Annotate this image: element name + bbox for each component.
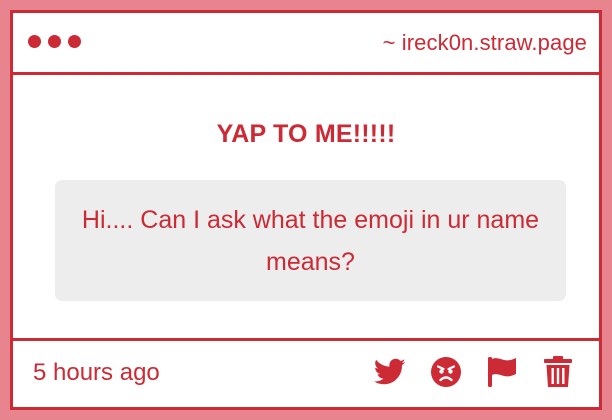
page-heading: YAP TO ME!!!!! (216, 120, 396, 148)
message-bubble: Hi.... Can I ask what the emoji in ur na… (55, 180, 566, 301)
message-text: Hi.... Can I ask what the emoji in ur na… (81, 205, 540, 276)
timestamp: 5 hours ago (33, 359, 160, 386)
window-dot-3 (68, 35, 81, 48)
twitter-icon (374, 358, 406, 385)
message-content: YAP TO ME!!!!! Hi.... Can I ask what the… (13, 75, 599, 338)
share-twitter-button[interactable] (373, 355, 407, 389)
site-url: ~ ireck0n.straw.page (382, 30, 587, 55)
delete-button[interactable] (541, 355, 575, 389)
message-card: ~ ireck0n.straw.page YAP TO ME!!!!! Hi..… (10, 10, 602, 410)
action-bar (373, 355, 575, 389)
flag-icon (488, 357, 516, 387)
window-dots (28, 35, 81, 48)
report-flag-button[interactable] (485, 355, 519, 389)
window-titlebar: ~ ireck0n.straw.page (13, 13, 599, 75)
trash-icon (544, 356, 572, 387)
message-footer: 5 hours ago (13, 338, 599, 410)
react-angry-button[interactable] (429, 355, 463, 389)
window-dot-2 (48, 35, 61, 48)
angry-face-icon (431, 357, 461, 387)
window-dot-1 (28, 35, 41, 48)
